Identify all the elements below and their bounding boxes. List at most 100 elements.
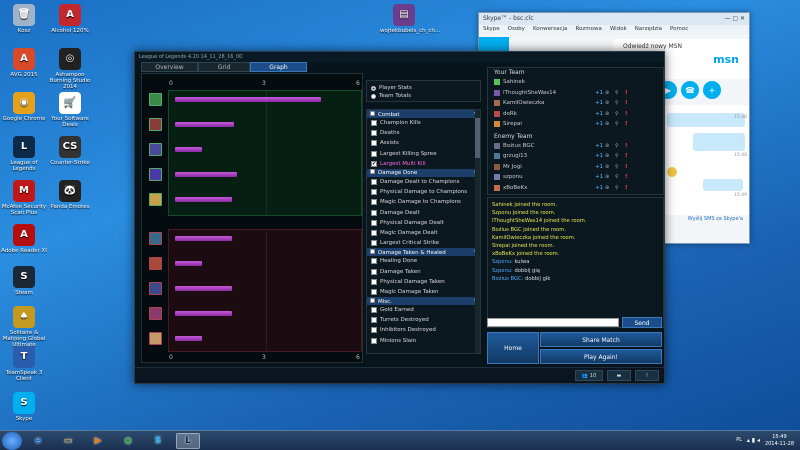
play-again-button[interactable]: Play Again! bbox=[540, 349, 662, 364]
folder-button[interactable]: ▬ bbox=[607, 370, 631, 381]
lock-icon[interactable]: ⊕ bbox=[605, 153, 615, 159]
lock-icon[interactable]: ⊕ bbox=[605, 164, 615, 170]
skype-menu-item[interactable]: Pomoc bbox=[670, 26, 688, 34]
add-contact-button[interactable]: + bbox=[703, 81, 721, 99]
stat-checkbox[interactable] bbox=[371, 278, 377, 285]
skype-menu-item[interactable]: Konwersacja bbox=[533, 26, 568, 34]
honor-plus-button[interactable]: +1 bbox=[595, 153, 605, 159]
report-icon[interactable]: ! bbox=[625, 174, 628, 180]
stat-checkbox[interactable] bbox=[371, 229, 377, 236]
stat-option[interactable]: Damage Dealt to Champions bbox=[367, 177, 480, 187]
checklist-scrollbar[interactable] bbox=[475, 110, 480, 353]
desktop-icon[interactable]: L League of Legends bbox=[0, 136, 48, 172]
stat-checkbox[interactable] bbox=[371, 258, 377, 265]
stat-option[interactable]: Magic Damage to Champions bbox=[367, 197, 480, 207]
call-button[interactable]: ☎ bbox=[681, 81, 699, 99]
honor-plus-button[interactable]: +1 bbox=[595, 174, 605, 180]
report-icon[interactable]: ! bbox=[625, 143, 628, 149]
lock-icon[interactable]: ⊕ bbox=[605, 90, 615, 96]
report-icon[interactable]: ! bbox=[625, 100, 628, 106]
section-header[interactable]: Combat▾ bbox=[367, 110, 480, 118]
radio-button[interactable] bbox=[371, 93, 376, 99]
section-header[interactable]: Damage Done▾ bbox=[367, 168, 480, 177]
stat-checkbox[interactable] bbox=[371, 288, 377, 295]
person-icon[interactable]: ⚲ bbox=[615, 174, 625, 180]
stat-option[interactable]: Assists bbox=[367, 138, 480, 148]
stat-option[interactable]: Minions Slain bbox=[367, 336, 480, 346]
radio-player-stats[interactable]: Player Stats bbox=[371, 84, 476, 92]
stat-option[interactable]: Damage Dealt bbox=[367, 208, 480, 218]
stat-option[interactable]: Physical Damage to Champions bbox=[367, 187, 480, 197]
stat-option[interactable]: Largest Killing Spree bbox=[367, 149, 480, 159]
stat-checkbox[interactable] bbox=[371, 219, 377, 226]
skype-menu-item[interactable]: Rozmowa bbox=[575, 26, 601, 34]
lock-icon[interactable]: ⊕ bbox=[605, 100, 615, 106]
desktop-icon[interactable]: S Steam bbox=[0, 266, 48, 296]
person-icon[interactable]: ⚲ bbox=[615, 164, 625, 170]
player-row[interactable]: Mr Jogi +1 ⊕ ⚲! bbox=[488, 162, 663, 173]
report-icon[interactable]: ! bbox=[625, 164, 628, 170]
skype-menu-item[interactable]: Osoby bbox=[508, 26, 525, 34]
report-icon[interactable]: ! bbox=[625, 111, 628, 117]
desktop-icon[interactable]: M McAfee Security Scan Plus bbox=[0, 180, 48, 216]
radio-team-totals[interactable]: Team Totals bbox=[371, 92, 476, 100]
taskbar-app-ie[interactable]: e bbox=[26, 433, 50, 449]
honor-plus-button[interactable]: +1 bbox=[595, 100, 605, 106]
skype-titlebar[interactable]: Skype™ - bsc.clc — ▢ ✕ bbox=[479, 13, 749, 25]
section-header[interactable]: Misc.▾ bbox=[367, 297, 480, 305]
honor-plus-button[interactable]: +1 bbox=[595, 111, 605, 117]
honor-plus-button[interactable]: +1 bbox=[595, 90, 605, 96]
honor-plus-button[interactable]: +1 bbox=[595, 143, 605, 149]
honor-plus-button[interactable]: +1 bbox=[595, 185, 605, 191]
section-checkbox[interactable] bbox=[370, 248, 375, 254]
person-icon[interactable]: ⚲ bbox=[615, 100, 625, 106]
stat-option[interactable]: Largest Critical Strike bbox=[367, 238, 480, 248]
stat-checkbox[interactable] bbox=[371, 150, 377, 157]
language-indicator[interactable]: PL bbox=[736, 437, 742, 443]
desktop-icon[interactable]: ♠ Solitaire & Mahjong Global Ultimate bbox=[0, 306, 48, 348]
person-icon[interactable]: ⚲ bbox=[615, 121, 625, 127]
taskbar-app-skype[interactable]: S bbox=[146, 433, 170, 449]
desktop-icon[interactable]: 🐼 Panda Emotes bbox=[46, 180, 94, 210]
chat-input[interactable] bbox=[487, 318, 619, 327]
person-icon[interactable]: ⚲ bbox=[615, 90, 625, 96]
clock[interactable]: 15:49 2014-11-28 bbox=[765, 434, 794, 448]
stat-checkbox[interactable]: ✔ bbox=[371, 160, 377, 167]
stat-option[interactable]: Magic Damage Taken bbox=[367, 287, 480, 297]
start-button[interactable] bbox=[2, 432, 22, 450]
stat-checkbox[interactable] bbox=[371, 240, 377, 247]
skype-menu-item[interactable]: Widok bbox=[610, 26, 627, 34]
report-icon[interactable]: ! bbox=[625, 121, 628, 127]
desktop-icon[interactable]: A Adobe Reader XI bbox=[0, 224, 48, 254]
tab-grid[interactable]: Grid bbox=[198, 62, 250, 72]
lock-icon[interactable]: ⊕ bbox=[605, 111, 615, 117]
stat-checkbox[interactable] bbox=[371, 189, 377, 196]
lock-icon[interactable]: ⊕ bbox=[605, 143, 615, 149]
section-checkbox[interactable] bbox=[370, 110, 375, 116]
player-row[interactable]: doRk +1 ⊕ ⚲! bbox=[488, 109, 663, 120]
report-icon[interactable]: ! bbox=[625, 90, 628, 96]
stat-option[interactable]: ✔ Largest Multi Kill bbox=[367, 159, 480, 169]
stat-checkbox[interactable] bbox=[371, 120, 377, 127]
desktop-icon[interactable]: 🗑 Kosz bbox=[0, 4, 48, 34]
tab-overview[interactable]: Overview bbox=[141, 62, 198, 72]
stat-option[interactable]: Gold Earned bbox=[367, 305, 480, 315]
desktop-icon[interactable]: S Skype bbox=[0, 392, 48, 422]
player-row[interactable]: KamilOwieczka +1 ⊕ ⚲! bbox=[488, 98, 663, 109]
share-match-button[interactable]: Share Match bbox=[540, 332, 662, 347]
stat-option[interactable]: Deaths bbox=[367, 128, 480, 138]
stat-option[interactable]: Healing Done bbox=[367, 256, 480, 266]
section-checkbox[interactable] bbox=[370, 169, 375, 175]
section-header[interactable]: Damage Taken & Healed▾ bbox=[367, 248, 480, 257]
stat-checkbox[interactable] bbox=[371, 179, 377, 186]
taskbar-app-lol[interactable]: L bbox=[176, 433, 200, 449]
player-row[interactable]: IThoughtSheWas14 +1 ⊕ ⚲! bbox=[488, 88, 663, 99]
sms-link[interactable]: Wyślij SMS za Skype'a bbox=[688, 216, 743, 222]
player-row[interactable]: grzugi13 +1 ⊕ ⚲! bbox=[488, 151, 663, 162]
stat-checkbox[interactable] bbox=[371, 140, 377, 147]
desktop-icon[interactable]: T TeamSpeak 3 Client bbox=[0, 346, 48, 382]
person-icon[interactable]: ⚲ bbox=[615, 185, 625, 191]
skype-menu-item[interactable]: Skype bbox=[483, 26, 500, 34]
lock-icon[interactable]: ⊕ bbox=[605, 174, 615, 180]
send-button[interactable]: Send bbox=[622, 317, 662, 328]
